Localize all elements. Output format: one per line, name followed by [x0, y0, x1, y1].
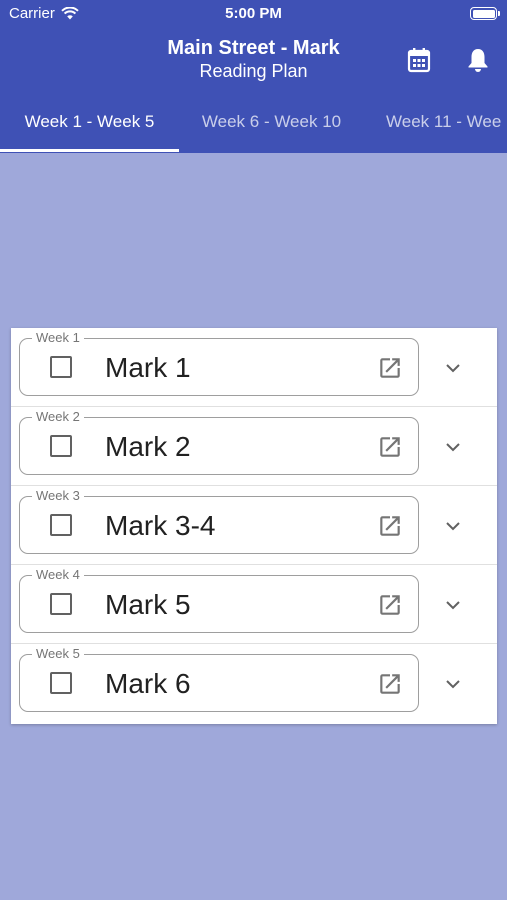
battery-icon	[470, 7, 500, 20]
reading-checkbox[interactable]	[50, 672, 72, 694]
tab-week-6-10[interactable]: Week 6 - Week 10	[179, 100, 364, 153]
chevron-down-icon[interactable]	[441, 514, 465, 538]
open-external-icon[interactable]	[377, 671, 403, 697]
reading-field: Week 3 Mark 3-4	[19, 488, 419, 554]
reading-field: Week 4 Mark 5	[19, 567, 419, 633]
passage-label: Mark 6	[105, 668, 191, 699]
week-label: Week 4	[32, 567, 84, 583]
tab-week-11[interactable]: Week 11 - Wee	[364, 100, 507, 153]
app-bar: Carrier 5:00 PM Main Street - Mark Readi…	[0, 0, 507, 153]
reading-field: Week 2 Mark 2	[19, 409, 419, 475]
reading-checkbox[interactable]	[50, 435, 72, 457]
reading-checkbox[interactable]	[50, 514, 72, 536]
chevron-down-icon[interactable]	[441, 356, 465, 380]
open-external-icon[interactable]	[377, 592, 403, 618]
reading-row: Week 4 Mark 5	[11, 565, 497, 644]
reading-row: Week 3 Mark 3-4	[11, 486, 497, 565]
passage-label: Mark 1	[105, 352, 191, 383]
passage-label: Mark 3-4	[105, 510, 216, 541]
tab-indicator	[0, 149, 179, 152]
passage-label: Mark 5	[105, 589, 191, 620]
status-bar: Carrier 5:00 PM	[0, 0, 507, 28]
passage-label: Mark 2	[105, 431, 191, 462]
reading-row: Week 5 Mark 6	[11, 644, 497, 723]
week-tabs: Week 1 - Week 5 Week 6 - Week 10 Week 11…	[0, 100, 507, 153]
chevron-down-icon[interactable]	[441, 435, 465, 459]
notifications-button[interactable]	[462, 44, 494, 76]
week-label: Week 3	[32, 488, 84, 504]
reading-field: Week 1 Mark 1	[19, 330, 419, 396]
calendar-icon	[407, 48, 431, 73]
week-label: Week 5	[32, 646, 84, 662]
reading-field: Week 5 Mark 6	[19, 646, 419, 712]
calendar-button[interactable]	[403, 44, 435, 76]
reading-checkbox[interactable]	[50, 593, 72, 615]
reading-checkbox[interactable]	[50, 356, 72, 378]
open-external-icon[interactable]	[377, 513, 403, 539]
open-external-icon[interactable]	[377, 434, 403, 460]
reading-row: Week 1 Mark 1	[11, 328, 497, 407]
chevron-down-icon[interactable]	[441, 672, 465, 696]
tab-week-1-5[interactable]: Week 1 - Week 5	[0, 100, 179, 153]
bell-icon	[468, 49, 488, 72]
chevron-down-icon[interactable]	[441, 593, 465, 617]
open-external-icon[interactable]	[377, 355, 403, 381]
status-time: 5:00 PM	[225, 5, 282, 22]
reading-list: Week 1 Mark 1 Week 2 Mark 2 Week 3 Mark …	[11, 328, 497, 724]
reading-row: Week 2 Mark 2	[11, 407, 497, 486]
week-label: Week 1	[32, 330, 84, 346]
week-label: Week 2	[32, 409, 84, 425]
